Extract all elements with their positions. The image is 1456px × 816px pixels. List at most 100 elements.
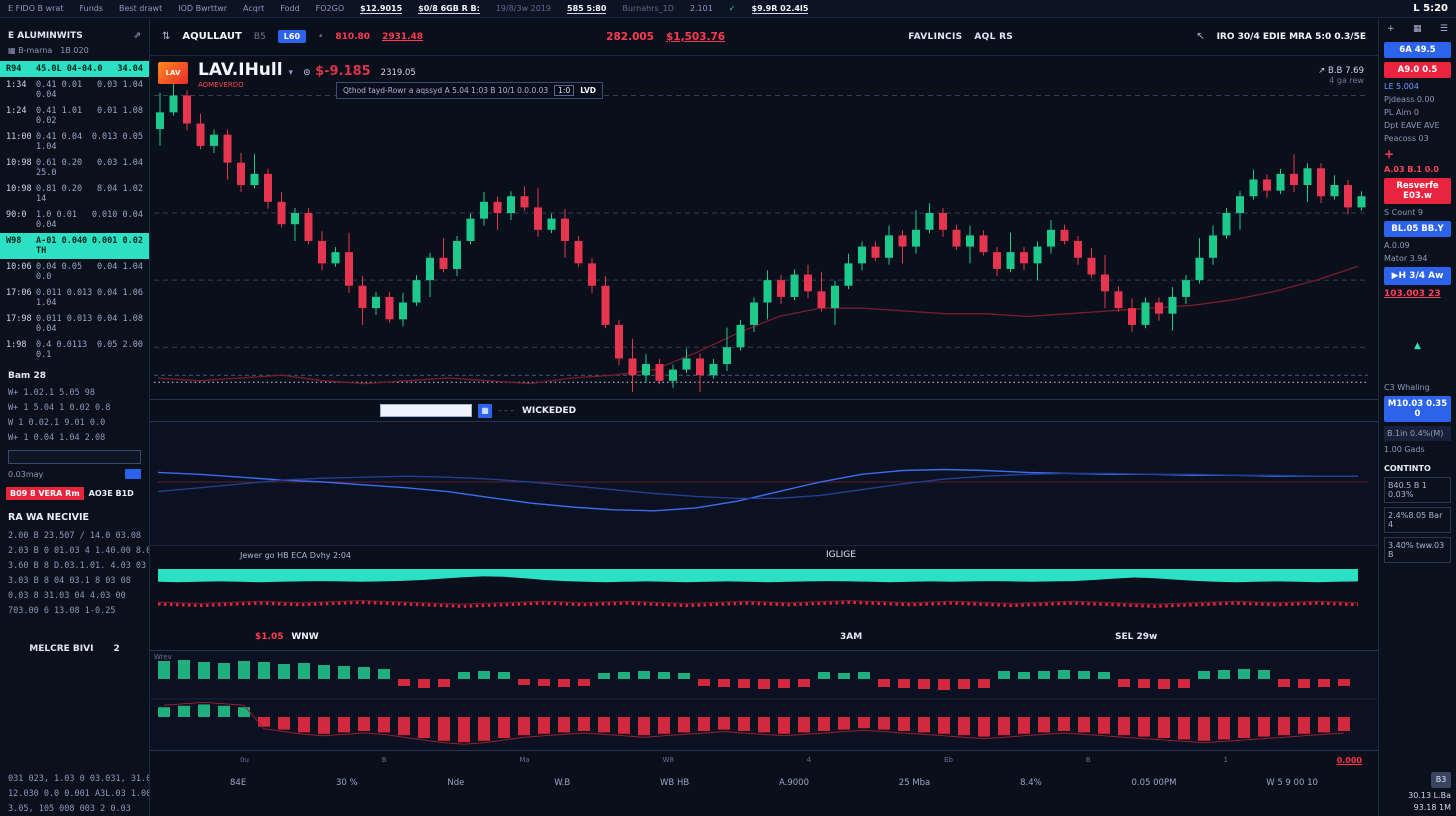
timeframe-chip[interactable]: L60 (278, 30, 306, 43)
axis-label: 0u (240, 756, 249, 764)
panel-button[interactable]: B3 (1431, 772, 1451, 788)
pointer-icon[interactable]: ↖ (1196, 31, 1204, 42)
price-change: $-9.185 (315, 64, 371, 79)
stats-row: 2.00 B 23.507 / 14.0 03.08 (0, 528, 149, 543)
chevron-down-icon[interactable]: ▾ (289, 68, 294, 78)
order-row[interactable]: 3.40% tww.03 B (1384, 537, 1451, 563)
sort-icon[interactable]: ⇅ (162, 31, 170, 42)
info-box[interactable]: B.1in 0.4%(M) (1384, 426, 1451, 441)
toolbar-value-1: 810.80 (335, 32, 370, 42)
topbar-ticker[interactable]: $12.9015 (360, 4, 402, 14)
watchlist-row[interactable]: R9445.0L 04-04.034.04 (0, 61, 149, 77)
topbar-ticker[interactable]: $9.9R 02.4I5 (752, 4, 809, 14)
hist-svg (150, 651, 1378, 751)
topbar-ticker[interactable]: Best drawt (119, 4, 162, 13)
axis-label: WB HB (660, 778, 689, 788)
row-change: 0.001 0.02 (92, 236, 143, 256)
week-row[interactable]: W+ 1 0.04 1.04 2.08 (0, 430, 149, 445)
rail-footer-1: 30.13 L.Ba (1408, 791, 1451, 800)
watchlist-row[interactable]: 1:240.41 1.01 0.020.01 1.08 (0, 103, 149, 129)
week-row[interactable]: W+ 1 5.04 1 0.02 0.8 (0, 400, 149, 415)
topbar-ticker[interactable]: Acqrt (243, 4, 264, 13)
tab-all[interactable]: AQL RS (974, 32, 1013, 42)
chart-symbol-title[interactable]: LAV.IHull ▾ (198, 62, 293, 79)
watchlist-filter[interactable]: ▦ B-marna (8, 46, 52, 55)
row-symbol: 1:34 (6, 80, 34, 100)
watchlist-row[interactable]: W98A-01 0.040 TH0.001 0.02 (0, 233, 149, 259)
toolbar-b5[interactable]: B5 (254, 32, 266, 42)
band-panel[interactable] (150, 566, 1378, 628)
topbar-ticker[interactable]: $0/8 6GB R B: (418, 4, 480, 14)
band-right-label: SEL 29w (1115, 632, 1157, 642)
alert-badge[interactable]: B09 8 VERA Rm (6, 487, 84, 500)
scroll-up-arrow[interactable]: ▲ (1384, 341, 1451, 351)
stats-section-title: RA WA NECIVIE (0, 504, 149, 528)
week-note: 0.03may (8, 470, 43, 479)
chart-symbol-sub: AOMEVERDO (198, 81, 293, 89)
axis-label: 84E (230, 778, 246, 788)
order-button[interactable]: M10.03 0.35 0 (1384, 396, 1451, 422)
trade-panel: +▦☰ 6A 49.5A9.0 0.5LE 5.004Pjdeass 0.00P… (1378, 18, 1456, 816)
watchlist-row[interactable]: 17:060.011 0.013 1.040.04 1.06 (0, 285, 149, 311)
stats-row: 3.05, 105 008 003 2 0.03 (0, 801, 149, 816)
tab-favorites[interactable]: FAVLINCIS (908, 32, 962, 42)
watchlist-row[interactable]: 17:980.011 0.013 0.040.04 1.08 (0, 311, 149, 337)
watchlist-row[interactable]: 1:340.41 0.01 0.040.03 1.04 (0, 77, 149, 103)
topbar-ticker[interactable]: 19/8/3w 2019 (496, 4, 551, 13)
strip-grid-button[interactable]: ▦ (478, 404, 492, 418)
topbar-ticker[interactable]: FO2GO (316, 4, 344, 13)
stats-row: 031 023, 1.03 0 03.031, 31.0 03 (0, 771, 149, 786)
symbol-tab[interactable]: AQULLAUT (182, 31, 241, 42)
price-strip: ▦ ––– WICKEDED (150, 400, 1378, 422)
sell-button[interactable]: Resverfe E03.w (1384, 178, 1451, 204)
order-row[interactable]: B40.5 B 1 0.03% (1384, 477, 1451, 503)
layout-icon[interactable]: ▦ (1413, 24, 1422, 34)
buy-button[interactable]: BL.05 BB.Y (1384, 221, 1451, 237)
topbar-ticker[interactable]: L 5:20 (1413, 3, 1448, 14)
row-symbol: 17:06 (6, 288, 34, 308)
oscillator-panel[interactable] (150, 422, 1378, 546)
bid-price-badge[interactable]: A9.0 0.5 (1384, 62, 1451, 78)
grid-plus-icon[interactable]: + (1387, 24, 1395, 34)
topbar-ticker[interactable]: Funds (79, 4, 103, 13)
active-price-badge[interactable]: ▶H 3/4 Aw (1384, 267, 1451, 285)
menu-icon[interactable]: ☰ (1440, 24, 1448, 34)
topbar-ticker[interactable]: Burnahrs_1D (622, 4, 673, 13)
topbar-ticker[interactable]: E FIDO B wrat (8, 4, 63, 13)
watchlist-row[interactable]: 1:980.4 0.0113 0.10.05 2.00 (0, 337, 149, 363)
watchlist-row[interactable]: 10:980.61 0.20 25.00.03 1.04 (0, 155, 149, 181)
axis-row1: 0uBMaW84EbB1 (150, 751, 1378, 764)
axis-label: 8.4% (1020, 778, 1042, 788)
week-chip[interactable] (125, 469, 141, 479)
order-row[interactable]: 2.4%8.05 Bar 4 (1384, 507, 1451, 533)
topbar-ticker[interactable]: 585 5:80 (567, 4, 606, 14)
histogram-panel[interactable]: Wrev (150, 650, 1378, 750)
add-button[interactable]: + (1384, 147, 1451, 161)
row-symbol: 10:98 (6, 184, 34, 204)
watchlist-row[interactable]: 90:01.0 0.01 0.040.010 0.04 (0, 207, 149, 233)
week-row[interactable]: W 1 0.02.1 9.01 0.0 (0, 415, 149, 430)
watchlist-input[interactable] (8, 450, 141, 464)
time-axis[interactable]: 0uBMaW84EbB1 0.000 84E30 %NdeW.BWB HBA.9… (150, 750, 1378, 816)
expand-icon[interactable]: ⇗ (133, 31, 141, 41)
watchlist-row[interactable]: 11:000.41 0.04 1.040.013 0.05 (0, 129, 149, 155)
stats-row: 3.60 B 8 D.03.1.01. 4.03 03 (0, 558, 149, 573)
band-svg (150, 566, 1378, 628)
stats-row: 703.00 6 13.08 1-0.25 (0, 603, 149, 618)
week-row[interactable]: W+ 1.02.1 5.05 98 (0, 385, 149, 400)
topbar-ticker[interactable]: Fodd (280, 4, 299, 13)
topbar-ticker[interactable]: IOD Bwrttwr (178, 4, 227, 13)
axis-label: W 5 9 00 10 (1266, 778, 1318, 788)
ask-price-badge[interactable]: 6A 49.5 (1384, 42, 1451, 58)
alert-code: AO3E B1D (89, 489, 134, 498)
level-link[interactable]: LE 5.004 (1384, 82, 1451, 91)
axis-label: 1 (1223, 756, 1227, 764)
watchlist-row[interactable]: 10:060.04 0.05 0.00.04 1.04 (0, 259, 149, 285)
watchlist-row[interactable]: 10:980.81 0.20 148.04 1.02 (0, 181, 149, 207)
fullscreen-icon[interactable]: ↗ (1318, 66, 1325, 76)
main-chart[interactable]: LAV LAV.IHull ▾ AOMEVERDO ⊙ $-9.185 (150, 56, 1378, 400)
topbar-ticker[interactable]: 2.101 (690, 4, 713, 13)
price-strip-input[interactable] (380, 404, 472, 417)
topbar-ticker[interactable]: ✓ (729, 4, 736, 13)
main-chart-svg[interactable] (150, 56, 1378, 400)
